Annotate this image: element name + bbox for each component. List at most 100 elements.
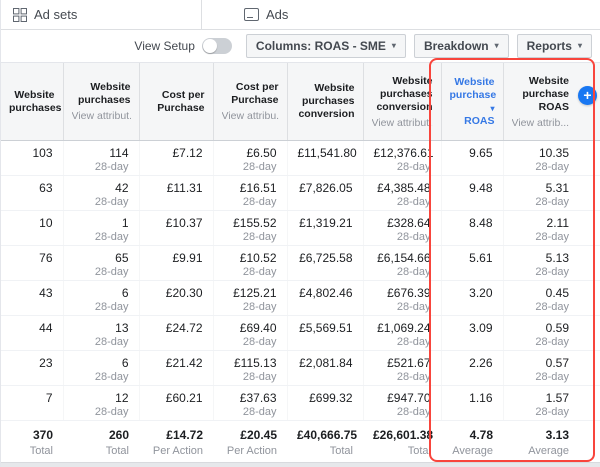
metric-cell: £947.70 28-day bbox=[362, 385, 441, 421]
metric-cell: £6.50 28-day bbox=[212, 140, 287, 176]
metric-cell: 0.57 28-day bbox=[502, 350, 600, 386]
metric-cell: £521.67 28-day bbox=[362, 350, 441, 386]
reports-dropdown[interactable]: Reports ▾ bbox=[516, 34, 592, 58]
metric-cell: 13 28-day bbox=[62, 315, 139, 351]
metric-cell: £60.21 bbox=[138, 385, 213, 421]
columns-dropdown[interactable]: Columns: ROAS - SME ▾ bbox=[245, 34, 406, 58]
footer-row: 370 Total 260 Total £14.72 Per Action £20.45 Pe… bbox=[1, 420, 600, 463]
column-header[interactable]: Website purchases conversion View attribu… bbox=[362, 62, 441, 141]
metric-cell: 2.11 28-day bbox=[502, 210, 600, 246]
column-header[interactable]: Website purchase ▾ ROAS bbox=[440, 62, 503, 141]
ad-sets-grid-icon bbox=[13, 7, 27, 22]
attribution-window-label: 28-day bbox=[535, 161, 569, 173]
attribution-window-label: 28-day bbox=[535, 406, 569, 418]
horizontal-scrollbar[interactable] bbox=[1, 462, 600, 467]
attribution-window-link[interactable]: View attrib... bbox=[512, 117, 570, 129]
metric-cell: 44 bbox=[1, 315, 63, 351]
column-title: Website purchases conversion bbox=[298, 82, 355, 120]
attribution-window-label: 28-day bbox=[535, 371, 569, 383]
metric-cell: £21.42 bbox=[138, 350, 213, 386]
attribution-window-link[interactable]: View attribu... bbox=[222, 110, 279, 122]
attribution-window-label: 28-day bbox=[242, 266, 277, 278]
metric-cell: £699.32 bbox=[286, 385, 363, 421]
ad-set-row[interactable]: 76 65 28-day £9.91 £10.52 28-day £6,725.58 £6,1… bbox=[1, 245, 600, 281]
metric-cell: 5.61 bbox=[440, 245, 503, 281]
metric-cell: 6 28-day bbox=[62, 350, 139, 386]
attribution-window-label: 28-day bbox=[94, 161, 129, 173]
metric-cell: 65 28-day bbox=[62, 245, 139, 281]
summary-type-label: Average bbox=[452, 445, 493, 457]
summary-cell: £40,666.75 Total bbox=[287, 420, 363, 463]
attribution-window-label: 28-day bbox=[535, 336, 569, 348]
metric-cell: £69.40 28-day bbox=[212, 315, 287, 351]
tab-ads[interactable]: Ads bbox=[232, 0, 300, 29]
attribution-window-label: 28-day bbox=[535, 301, 569, 313]
metric-cell: £11,541.80 bbox=[286, 140, 363, 176]
reports-dropdown-label: Reports bbox=[526, 39, 572, 53]
view-setup-toggle[interactable] bbox=[201, 38, 232, 54]
column-header[interactable]: Website purchases conversion bbox=[286, 62, 363, 141]
summary-cell: £14.72 Per Action bbox=[139, 420, 213, 463]
column-title: Website purchases bbox=[77, 81, 131, 106]
attribution-window-label: 28-day bbox=[396, 266, 431, 278]
toolbar: View Setup Columns: ROAS - SME ▾ Breakdo… bbox=[1, 30, 600, 62]
summary-cell: 260 Total bbox=[63, 420, 139, 463]
column-header[interactable]: Cost per Purchase bbox=[138, 62, 213, 141]
metric-cell: 114 28-day bbox=[62, 140, 139, 176]
ad-set-row[interactable]: 43 6 28-day £20.30 £125.21 28-day £4,802.46 £67… bbox=[1, 280, 600, 316]
metric-cell: £37.63 28-day bbox=[212, 385, 287, 421]
breakdown-dropdown[interactable]: Breakdown ▾ bbox=[413, 34, 509, 58]
metric-cell: £1,069.24 28-day bbox=[362, 315, 441, 351]
metric-cell: £5,569.51 bbox=[286, 315, 363, 351]
tab-ad-sets[interactable]: Ad sets bbox=[1, 0, 201, 29]
metric-cell: £7,826.05 bbox=[286, 175, 363, 211]
column-title: Cost per Purchase bbox=[157, 88, 205, 114]
attribution-window-label: 28-day bbox=[396, 196, 431, 208]
attribution-window-label: 28-day bbox=[242, 196, 277, 208]
column-header[interactable]: Cost per Purchase View attribu... bbox=[212, 62, 287, 141]
column-header[interactable]: Website purchases View attribut... bbox=[62, 62, 139, 141]
attribution-window-label: 28-day bbox=[242, 161, 277, 173]
metric-cell: £10.52 28-day bbox=[212, 245, 287, 281]
ad-set-row[interactable]: 44 13 28-day £24.72 £69.40 28-day £5,569.51 £1,… bbox=[1, 315, 600, 351]
ad-set-row[interactable]: 23 6 28-day £21.42 £115.13 28-day £2,081.84 £52… bbox=[1, 350, 600, 386]
ad-set-row[interactable]: 10 1 28-day £10.37 £155.52 28-day £1,319.21 £32… bbox=[1, 210, 600, 246]
column-header[interactable]: Website purchases bbox=[1, 62, 63, 141]
summary-type-label: Total bbox=[29, 445, 53, 457]
attribution-window-link[interactable]: View attribut... bbox=[72, 110, 131, 122]
attribution-window-label: 28-day bbox=[94, 336, 129, 348]
summary-cell: 4.78 Average bbox=[441, 420, 503, 463]
metric-cell: £125.21 28-day bbox=[212, 280, 287, 316]
summary-type-label: Total bbox=[329, 445, 353, 457]
attribution-window-link[interactable]: View attribut... bbox=[372, 117, 433, 129]
column-title: Website purchase ▾ bbox=[449, 75, 497, 113]
metric-cell: 63 bbox=[1, 175, 63, 211]
metric-cell: 10.35 28-day bbox=[502, 140, 600, 176]
metric-cell: 7 bbox=[1, 385, 63, 421]
metric-cell: £11.31 bbox=[138, 175, 213, 211]
breakdown-dropdown-label: Breakdown bbox=[423, 39, 489, 53]
ad-set-row[interactable]: 103 114 28-day £7.12 £6.50 28-day £11,541.80 £1… bbox=[1, 140, 600, 176]
metric-cell: 5.13 28-day bbox=[502, 245, 600, 281]
level-tabbar: Ad sets Ads bbox=[1, 0, 600, 30]
attribution-window-label: 28-day bbox=[535, 231, 569, 243]
ad-set-row[interactable]: 7 12 28-day £60.21 £37.63 28-day £699.32 £947.7… bbox=[1, 385, 600, 421]
attribution-window-label: 28-day bbox=[94, 406, 129, 418]
metric-cell: £6,725.58 bbox=[286, 245, 363, 281]
column-title: Website purchase ROAS bbox=[522, 74, 569, 113]
metric-cell: 9.48 bbox=[440, 175, 503, 211]
attribution-window-label: 28-day bbox=[396, 301, 431, 313]
metric-cell: 0.59 28-day bbox=[502, 315, 600, 351]
metric-cell: £20.30 bbox=[138, 280, 213, 316]
metric-cell: 3.09 bbox=[440, 315, 503, 351]
summary-type-label: Per Action bbox=[226, 445, 277, 457]
metric-cell: £6,154.66 28-day bbox=[362, 245, 441, 281]
metric-cell: 5.31 28-day bbox=[502, 175, 600, 211]
add-column-button[interactable]: + bbox=[578, 86, 597, 105]
tab-ads-label: Ads bbox=[266, 7, 289, 22]
metric-cell: 12 28-day bbox=[62, 385, 139, 421]
ad-set-row[interactable]: 63 42 28-day £11.31 £16.51 28-day £7,826.05 £4,… bbox=[1, 175, 600, 211]
summary-cell: £26,601.38 Total bbox=[363, 420, 441, 463]
metric-cell: £9.91 bbox=[138, 245, 213, 281]
chevron-down-icon: ▾ bbox=[577, 41, 582, 50]
